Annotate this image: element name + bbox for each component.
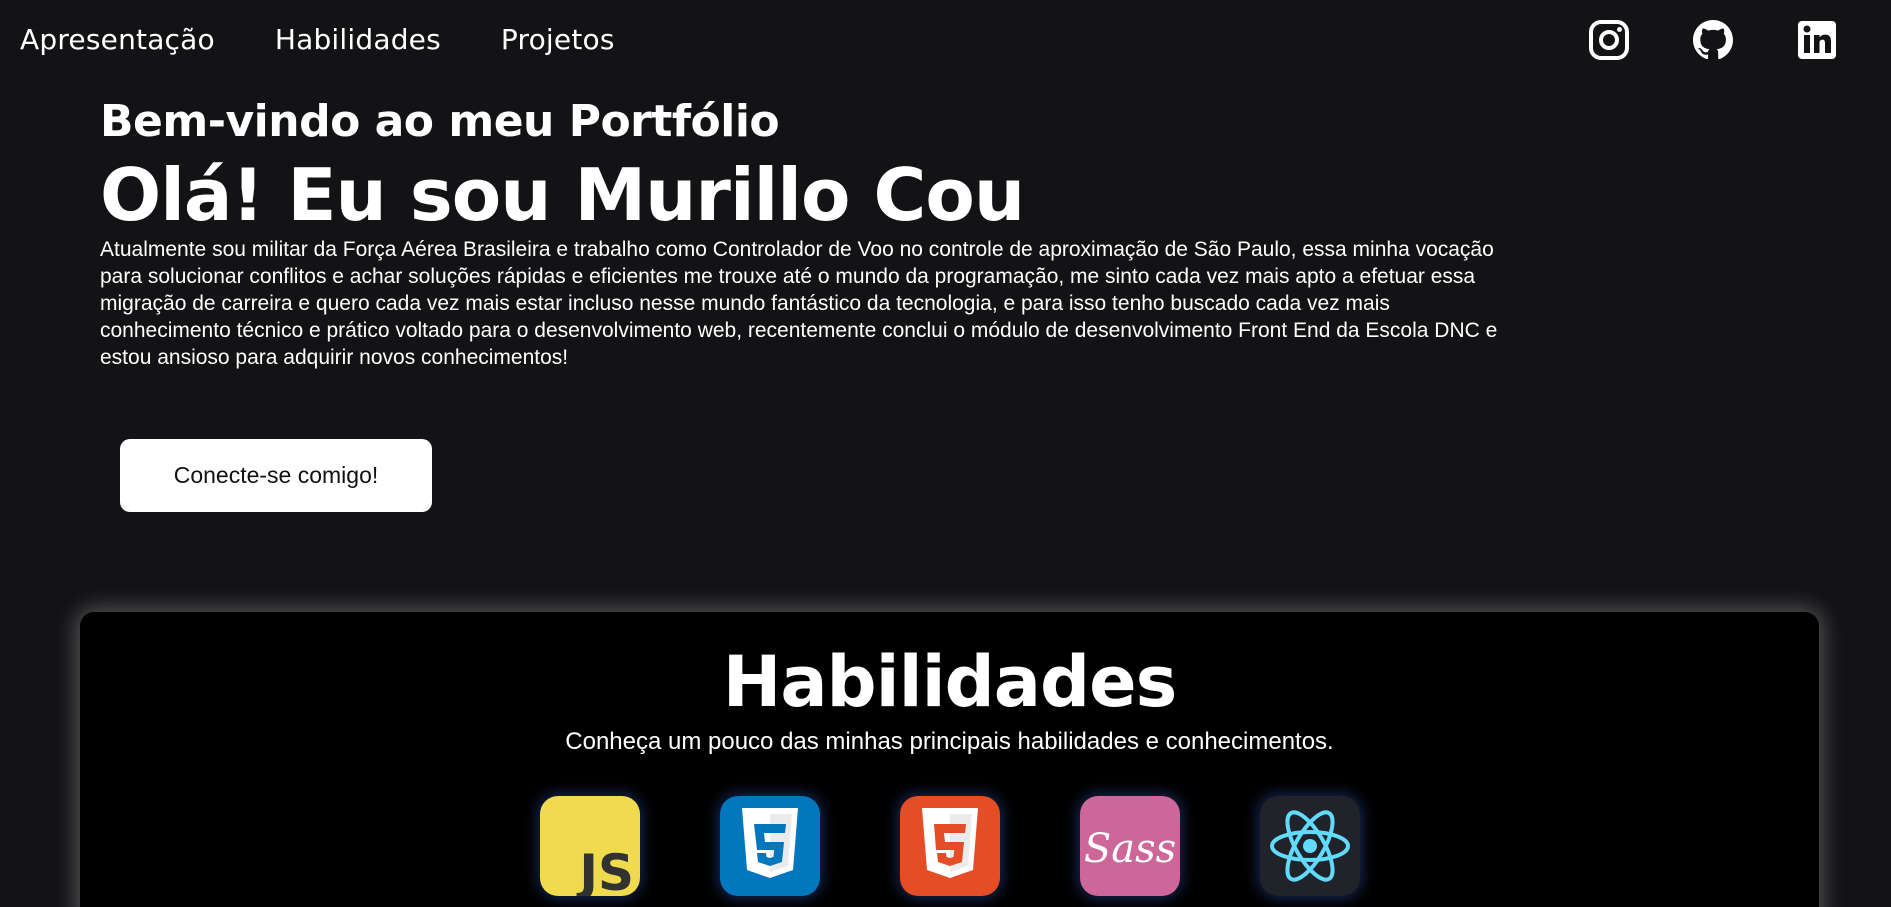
top-navbar: Apresentação Habilidades Projetos [0,0,1891,80]
linkedin-icon[interactable] [1795,18,1839,62]
hero-description: Atualmente sou militar da Força Aérea Br… [100,238,1498,369]
svg-text:Sass: Sass [1084,826,1176,872]
hero-subtitle: Bem-vindo ao meu Portfólio [100,96,780,147]
sass-icon: Sass [1080,796,1180,896]
nav-link-habilidades[interactable]: Habilidades [275,18,441,62]
nav-link-projetos[interactable]: Projetos [501,18,615,62]
nav-link-apresentacao[interactable]: Apresentação [20,18,215,62]
instagram-icon[interactable] [1587,18,1631,62]
social-links [1587,18,1839,62]
nav-links: Apresentação Habilidades Projetos [20,18,615,62]
react-icon [1260,796,1360,896]
skills-subtitle: Conheça um pouco das minhas principais h… [565,728,1334,755]
javascript-icon: JS [540,796,640,896]
portfolio-page: Apresentação Habilidades Projetos Bem-vi… [0,0,1891,907]
github-icon[interactable] [1691,18,1735,62]
html5-icon [900,796,1000,896]
hero-title: Olá! Eu sou Murillo Cou [100,153,1025,237]
hero-section: Bem-vindo ao meu Portfólio Olá! Eu sou M… [100,94,1520,371]
skills-card: Habilidades Conheça um pouco das minhas … [80,612,1819,907]
svg-text:JS: JS [576,844,634,896]
skills-title: Habilidades [722,641,1178,723]
connect-button[interactable]: Conecte-se comigo! [120,439,432,512]
skill-icons: JS Sass [540,796,1360,896]
css3-icon [720,796,820,896]
